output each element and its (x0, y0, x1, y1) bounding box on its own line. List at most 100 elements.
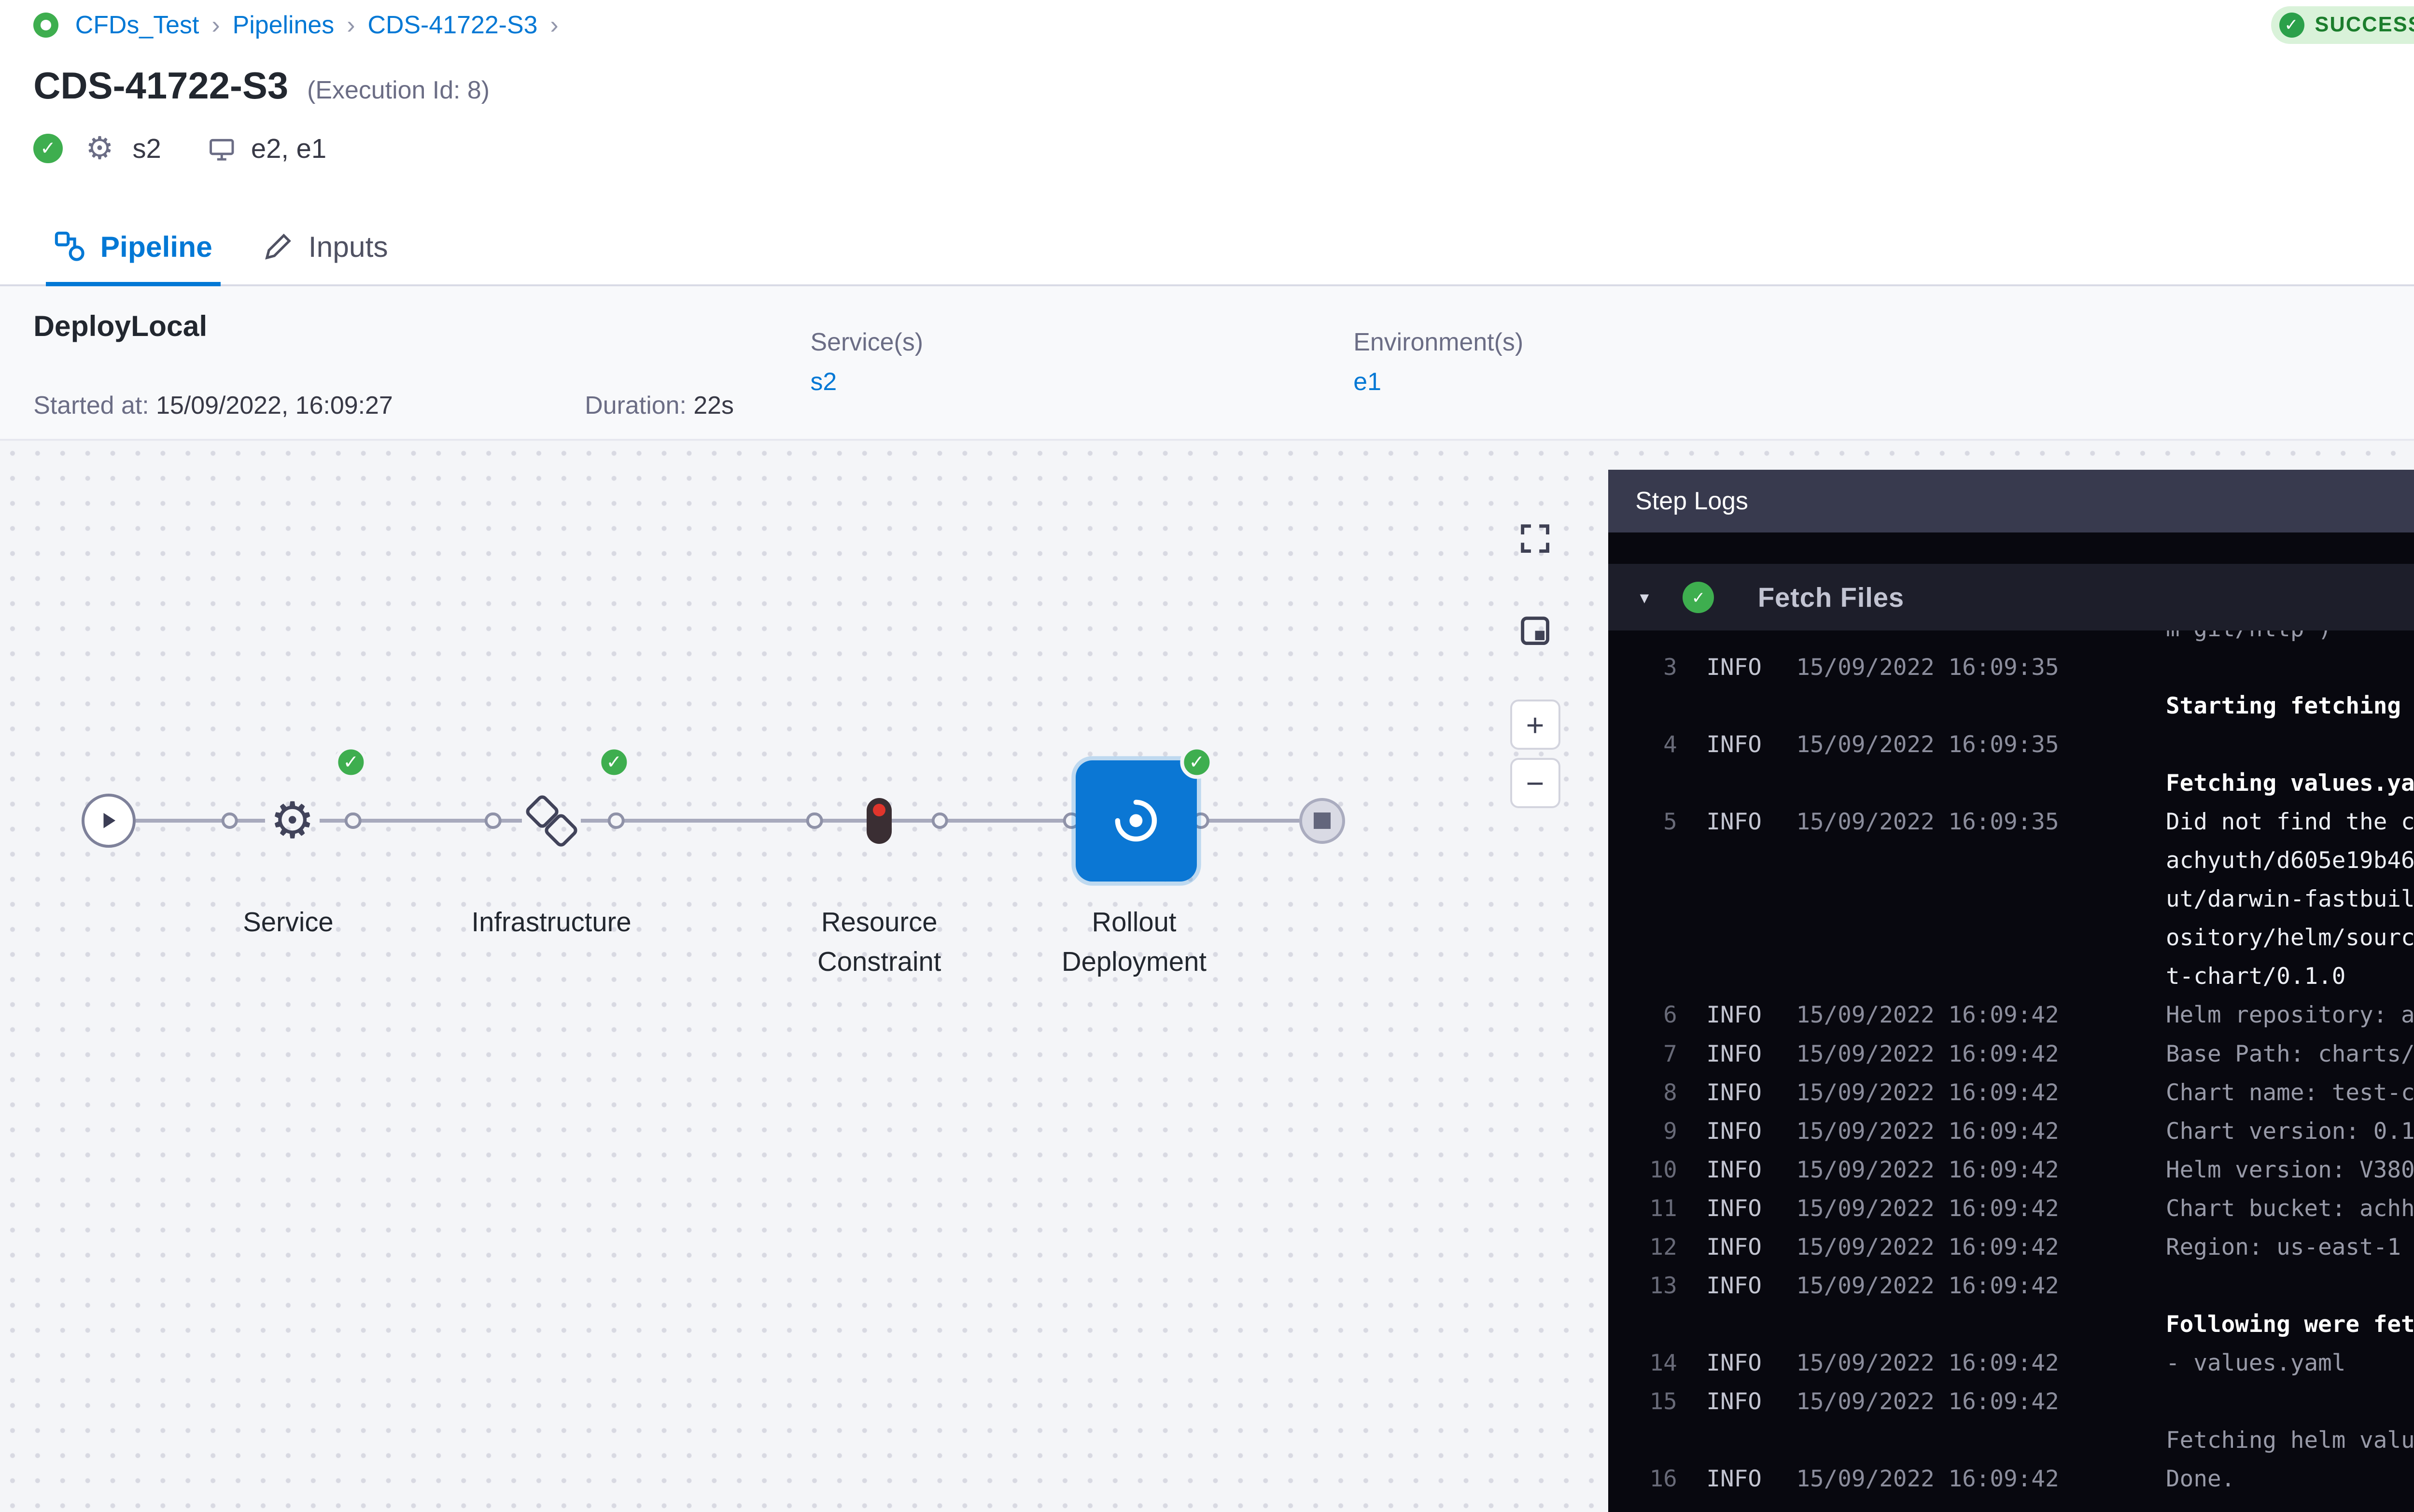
zoom-out-button[interactable]: − (1510, 758, 1560, 808)
log-line-number: 4 (1608, 726, 1677, 764)
rollout-deployment-node[interactable] (1076, 760, 1197, 882)
inputs-icon (263, 231, 294, 262)
connector-line (1197, 819, 1299, 823)
log-timestamp: 15/09/2022 16:09:35 (1796, 648, 2166, 687)
log-message: Starting fetching Helm values (2166, 687, 2414, 726)
log-timestamp (1796, 1305, 2166, 1344)
log-timestamp: 15/09/2022 16:09:42 (1796, 1190, 2166, 1228)
service-node[interactable]: ⚙ (265, 794, 319, 848)
environment-icon (207, 135, 234, 162)
log-timestamp: 15/09/2022 16:09:42 (1796, 1267, 2166, 1305)
infrastructure-node-label: Infrastructure (426, 902, 677, 942)
log-level: INFO (1706, 1035, 1796, 1074)
log-row: 4INFO15/09/2022 16:09:35 (1608, 726, 2414, 764)
log-row: 8INFO15/09/2022 16:09:42Chart name: test… (1608, 1074, 2414, 1112)
tab-inputs-label: Inputs (309, 230, 388, 264)
chevron-down-icon[interactable]: ▾ (1638, 584, 1652, 611)
log-message: m git/http ) (2166, 630, 2414, 648)
resource-constraint-node[interactable] (867, 798, 892, 844)
log-timestamp: 15/09/2022 16:09:35 (1796, 726, 2166, 764)
log-line-number (1608, 764, 1677, 803)
log-row: 7INFO15/09/2022 16:09:42Base Path: chart… (1608, 1035, 2414, 1074)
start-node[interactable] (82, 794, 136, 848)
log-row: 3INFO15/09/2022 16:09:35 (1608, 648, 2414, 687)
connector-line (892, 819, 1076, 823)
log-step-section-header[interactable]: ▾ ✓ Fetch Files ↑ ↓ 9s (1608, 564, 2414, 630)
tab-pipeline[interactable]: Pipeline (29, 209, 238, 284)
duration-value: 22s (693, 392, 734, 420)
log-timestamp: 15/09/2022 16:09:42 (1796, 1460, 2166, 1498)
log-line-number: 15 (1608, 1383, 1677, 1421)
log-message: Helm version: V380 (2166, 1151, 2414, 1190)
log-level: INFO (1706, 1190, 1796, 1228)
log-message: Chart bucket: achhelmbucket (2166, 1190, 2414, 1228)
meta-row: ✓ ⚙ s2 e2, e1 Admin (33, 131, 2414, 167)
log-row: 10INFO15/09/2022 16:09:42Helm version: V… (1608, 1151, 2414, 1190)
success-check-icon: ✓ (334, 745, 367, 779)
end-node[interactable] (1299, 798, 1345, 844)
log-level: INFO (1706, 648, 1796, 687)
log-row: 13INFO15/09/2022 16:09:42 (1608, 1267, 2414, 1305)
connector-dot[interactable] (806, 812, 823, 829)
log-line-number: 9 (1608, 1112, 1677, 1151)
log-row: 15INFO15/09/2022 16:09:42 (1608, 1383, 2414, 1421)
step-logs-panel: Step Logs Console View ▾ ✓ Fetch Files ↑ (1608, 470, 2414, 1512)
stage-info: DeployLocal Started at: 15/09/2022, 16:0… (33, 309, 585, 420)
connector-dot[interactable] (608, 812, 625, 829)
log-level (1706, 687, 1796, 726)
log-line-number: 6 (1608, 996, 1677, 1035)
resource-constraint-label: Resource Constraint (798, 902, 961, 981)
connector-line (136, 819, 265, 823)
connector-dot[interactable] (485, 812, 502, 829)
log-timestamp: 15/09/2022 16:09:42 (1796, 1344, 2166, 1383)
connector-dot[interactable] (345, 812, 362, 829)
log-timestamp: 15/09/2022 16:09:42 (1796, 1228, 2166, 1267)
top-header: CFDs_Test › Pipelines › CDS-41722-S3 › ✓… (0, 0, 2414, 209)
log-timestamp: 15/09/2022 16:09:42 (1796, 996, 2166, 1035)
rollout-deployment-label: Rollout Deployment (1042, 902, 1226, 981)
environment-link[interactable]: e1 (1353, 367, 1523, 396)
header-right-controls: ✓ SUCCESS Start time 15/09/2022 16:09:26… (2271, 0, 2414, 50)
log-timestamp: 15/09/2022 16:09:42 (1796, 1074, 2166, 1112)
tab-bar: Pipeline Inputs Console View (0, 209, 2414, 286)
log-level: INFO (1706, 1074, 1796, 1112)
infrastructure-node[interactable] (522, 792, 581, 850)
canvas-fit-view-icon[interactable] (1518, 614, 1552, 647)
log-row: Starting fetching Helm values (1608, 687, 2414, 726)
log-message: Fetching values.yaml from helm chart rep… (2166, 764, 2414, 803)
canvas-fullscreen-icon[interactable] (1518, 522, 1552, 555)
log-timestamp (1796, 687, 2166, 726)
log-level: INFO (1706, 1228, 1796, 1267)
breadcrumb-pipeline-name[interactable]: CDS-41722-S3 (367, 11, 537, 40)
breadcrumb-pipelines[interactable]: Pipelines (233, 11, 335, 40)
log-level (1706, 1305, 1796, 1344)
connector-dot[interactable] (931, 812, 948, 829)
tab-inputs[interactable]: Inputs (238, 209, 413, 284)
log-body: m git/http )3INFO15/09/2022 16:09:35Star… (1608, 630, 2414, 1512)
status-badge: ✓ SUCCESS (2271, 6, 2414, 44)
log-line-number (1608, 630, 1677, 648)
zoom-in-button[interactable]: + (1510, 700, 1560, 750)
log-line-number: 13 (1608, 1267, 1677, 1305)
log-timestamp (1796, 1421, 2166, 1460)
breadcrumb-project[interactable]: CFDs_Test (75, 11, 199, 40)
stage-started: Started at: 15/09/2022, 16:09:27 (33, 391, 585, 420)
log-line-number: 16 (1608, 1460, 1677, 1498)
log-line-number: 8 (1608, 1074, 1677, 1112)
log-message: Chart version: 0.1.0 (2166, 1112, 2414, 1151)
stage-summary-bar: DeployLocal Started at: 15/09/2022, 16:0… (0, 286, 2414, 441)
service-node-label: Service (173, 902, 403, 942)
connector-dot[interactable] (222, 812, 239, 829)
log-row: Following were fetched successfully : (1608, 1305, 2414, 1344)
log-row: 9INFO15/09/2022 16:09:42Chart version: 0… (1608, 1112, 2414, 1151)
log-line-number (1608, 1305, 1677, 1344)
log-timestamp: 15/09/2022 16:09:42 (1796, 1112, 2166, 1151)
stop-icon (1314, 812, 1331, 829)
environment-tag: e2, e1 (251, 133, 326, 164)
breadcrumb: CFDs_Test › Pipelines › CDS-41722-S3 › ✓… (33, 4, 2414, 46)
service-link[interactable]: s2 (810, 367, 1353, 396)
log-message (2166, 726, 2414, 764)
log-row: Fetching helm values completed successfu… (1608, 1421, 2414, 1460)
log-line-number: 14 (1608, 1344, 1677, 1383)
gear-icon: ⚙ (85, 133, 113, 164)
